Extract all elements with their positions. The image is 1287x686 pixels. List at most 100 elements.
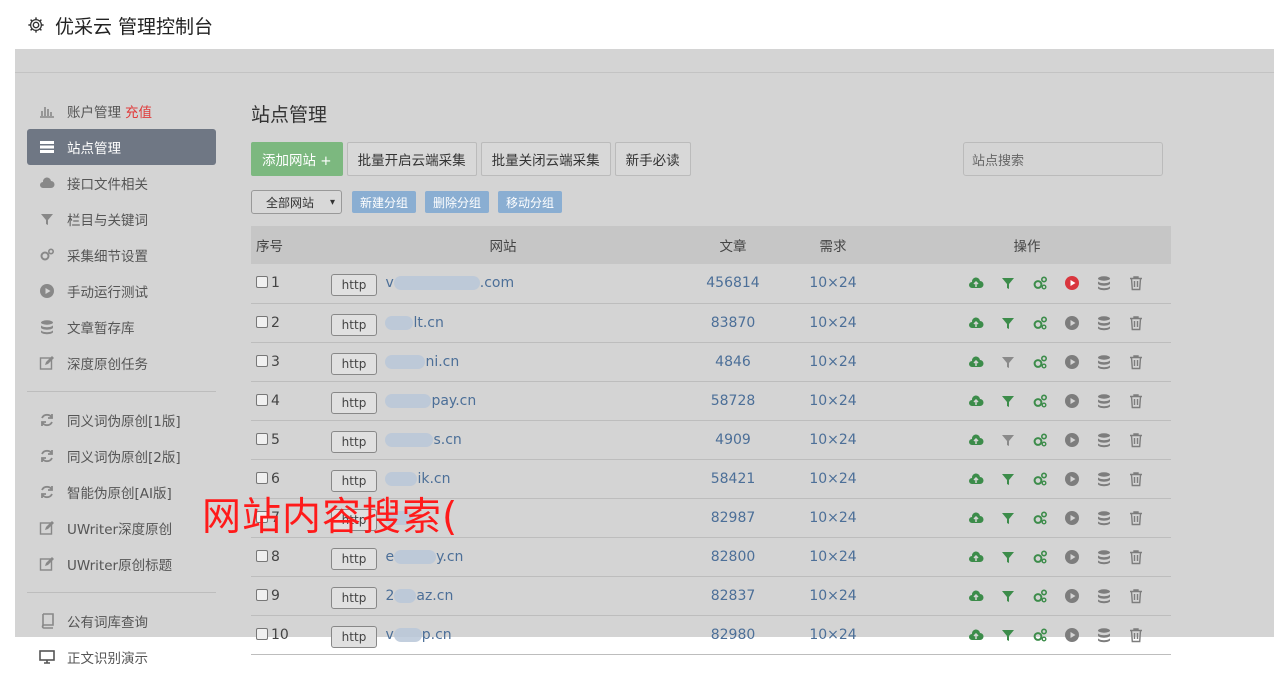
cloud-upload-icon[interactable] [968,315,984,331]
trash-icon[interactable] [1128,627,1144,643]
database-icon[interactable] [1096,315,1112,331]
row-articles[interactable]: 83870 [683,303,783,342]
sidebar-item-synonym-v2[interactable]: 同义词伪原创[2版] [27,438,216,474]
row-demand[interactable]: 10×24 [783,264,883,303]
play-icon[interactable] [1064,275,1080,291]
row-articles[interactable]: 82980 [683,615,783,654]
row-checkbox[interactable] [256,549,268,562]
cloud-upload-icon[interactable] [968,471,984,487]
database-icon[interactable] [1096,471,1112,487]
sidebar-item-synonym-v1[interactable]: 同义词伪原创[1版] [27,402,216,438]
row-articles[interactable]: 58728 [683,381,783,420]
trash-icon[interactable] [1128,588,1144,604]
play-icon[interactable] [1064,354,1080,370]
site-domain[interactable]: ni.cn [385,354,459,370]
sidebar-item-account[interactable]: 账户管理 充值 [27,93,216,129]
play-icon[interactable] [1064,315,1080,331]
site-domain[interactable]: lt.cn [385,315,444,331]
database-icon[interactable] [1096,354,1112,370]
row-demand[interactable]: 10×24 [783,615,883,654]
site-domain[interactable]: 2 az.cn [385,588,453,604]
sidebar-item-sites[interactable]: 站点管理 [27,129,216,165]
site-filter-select[interactable]: 全部网站 ▾ [251,190,342,214]
cloud-upload-icon[interactable] [968,432,984,448]
database-icon[interactable] [1096,627,1112,643]
new-group-button[interactable]: 新建分组 [352,191,417,213]
row-demand[interactable]: 10×24 [783,381,883,420]
site-domain[interactable]: pay.cn [385,393,476,409]
cloud-upload-icon[interactable] [968,549,984,565]
database-icon[interactable] [1096,549,1112,565]
database-icon[interactable] [1096,393,1112,409]
row-articles[interactable]: 456814 [683,264,783,303]
trash-icon[interactable] [1128,315,1144,331]
sidebar-item-keywords[interactable]: 栏目与关键词 [27,201,216,237]
row-checkbox[interactable] [256,432,268,445]
row-checkbox[interactable] [256,315,268,328]
database-icon[interactable] [1096,275,1112,291]
row-demand[interactable]: 10×24 [783,576,883,615]
row-articles[interactable]: 4846 [683,342,783,381]
row-articles[interactable]: 58421 [683,459,783,498]
delete-group-button[interactable]: 删除分组 [425,191,490,213]
filter-icon[interactable] [1000,315,1016,331]
gears-icon[interactable] [1032,588,1048,604]
trash-icon[interactable] [1128,510,1144,526]
batch-disable-button[interactable]: 批量关闭云端采集 [480,142,611,176]
site-domain[interactable]: v p.cn [385,627,451,643]
filter-icon[interactable] [1000,510,1016,526]
row-checkbox[interactable] [256,276,268,289]
row-articles[interactable]: 4909 [683,420,783,459]
filter-icon[interactable] [1000,393,1016,409]
recharge-link[interactable]: 充值 [125,101,152,121]
play-icon[interactable] [1064,393,1080,409]
row-checkbox[interactable] [256,588,268,601]
database-icon[interactable] [1096,588,1112,604]
gears-icon[interactable] [1032,432,1048,448]
filter-icon[interactable] [1000,627,1016,643]
row-articles[interactable]: 82987 [683,498,783,537]
sidebar-item-article-store[interactable]: 文章暂存库 [27,309,216,345]
trash-icon[interactable] [1128,354,1144,370]
sidebar-item-ai-rewrite[interactable]: 智能伪原创[AI版] [27,474,216,510]
play-icon[interactable] [1064,588,1080,604]
filter-icon[interactable] [1000,275,1016,291]
play-icon[interactable] [1064,549,1080,565]
row-demand[interactable]: 10×24 [783,537,883,576]
add-site-button[interactable]: 添加网站 + [251,142,343,176]
site-domain[interactable]: e y.cn [385,549,463,565]
move-group-button[interactable]: 移动分组 [498,191,563,213]
row-articles[interactable]: 82837 [683,576,783,615]
database-icon[interactable] [1096,432,1112,448]
gears-icon[interactable] [1032,393,1048,409]
sidebar-item-uwriter-deep[interactable]: UWriter深度原创 [27,510,216,546]
gears-icon[interactable] [1032,549,1048,565]
gears-icon[interactable] [1032,315,1048,331]
gears-icon[interactable] [1032,627,1048,643]
site-domain[interactable]: ik.cn [385,471,450,487]
filter-icon[interactable] [1000,354,1016,370]
database-icon[interactable] [1096,510,1112,526]
row-checkbox[interactable] [256,627,268,640]
filter-icon[interactable] [1000,471,1016,487]
gears-icon[interactable] [1032,510,1048,526]
row-demand[interactable]: 10×24 [783,342,883,381]
cloud-upload-icon[interactable] [968,627,984,643]
sidebar-item-interface[interactable]: 接口文件相关 [27,165,216,201]
cloud-upload-icon[interactable] [968,354,984,370]
gears-icon[interactable] [1032,354,1048,370]
http-button[interactable]: http [331,391,377,414]
sidebar-item-deep-original[interactable]: 深度原创任务 [27,345,216,381]
trash-icon[interactable] [1128,471,1144,487]
row-checkbox[interactable] [256,393,268,406]
trash-icon[interactable] [1128,393,1144,409]
play-icon[interactable] [1064,627,1080,643]
http-button[interactable]: http [331,586,377,609]
http-button[interactable]: http [331,430,377,453]
cloud-upload-icon[interactable] [968,393,984,409]
sidebar-item-text-recognition[interactable]: 正文识别演示 [27,639,216,675]
gears-icon[interactable] [1032,471,1048,487]
batch-enable-button[interactable]: 批量开启云端采集 [346,142,477,176]
filter-icon[interactable] [1000,549,1016,565]
row-articles[interactable]: 82800 [683,537,783,576]
